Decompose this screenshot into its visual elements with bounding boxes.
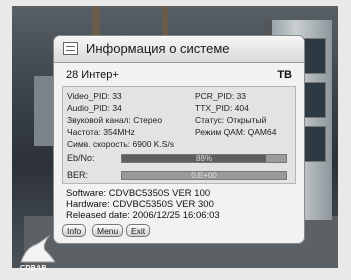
ttx-pid: TTX_PID: 404 — [195, 103, 249, 113]
ber-label: BER: — [67, 170, 89, 180]
channel-logo — [15, 232, 59, 268]
exit-button[interactable]: Exit — [126, 224, 151, 237]
version-info: Software: CDVBC5350S VER 100 Hardware: C… — [62, 188, 296, 222]
software-version: Software: CDVBC5350S VER 100 — [66, 188, 211, 199]
document-icon — [63, 42, 78, 55]
swan-logo-icon — [20, 234, 56, 263]
audio-pid: Audio_PID: 34 — [67, 103, 122, 113]
system-info-dialog: Информация о системе 28 Интер+ ТВ Video_… — [54, 36, 304, 243]
video-pid: Video_PID: 33 — [67, 91, 122, 101]
pcr-pid: PCR_PID: 33 — [195, 91, 247, 101]
logo-text: CDBAB — [20, 265, 47, 272]
ber-meter: 0.E+00 — [121, 171, 287, 180]
channel-name: 28 Интер+ — [66, 69, 119, 81]
qam-mode: Режим QAM: QAM64 — [195, 127, 277, 137]
channel-row: 28 Интер+ ТВ — [62, 69, 296, 83]
access-status: Статус: Открытый — [195, 115, 267, 125]
ebno-meter: 88% — [121, 154, 287, 163]
ebno-label: Eb/No: — [67, 153, 95, 163]
channel-type: ТВ — [277, 69, 292, 81]
frequency: Частота: 354MHz — [67, 127, 135, 137]
signal-info-box: Video_PID: 33 PCR_PID: 33 Audio_PID: 34 … — [62, 86, 296, 184]
info-button[interactable]: Info — [62, 224, 87, 237]
release-date: Released date: 2006/12/25 16:06:03 — [66, 210, 220, 221]
menu-button[interactable]: Menu — [92, 224, 124, 237]
ber-value: 0.E+00 — [191, 171, 217, 180]
ebno-value: 88% — [195, 154, 212, 163]
symbol-rate: Симв. скорость: 6900 K.S/s — [67, 139, 175, 149]
hardware-version: Hardware: CDVBC5350S VER 300 — [66, 199, 214, 210]
dialog-titlebar: Информация о системе — [54, 36, 304, 63]
sound-channel: Звуковой канал: Стерео — [67, 115, 163, 125]
dialog-title: Информация о системе — [86, 41, 230, 56]
